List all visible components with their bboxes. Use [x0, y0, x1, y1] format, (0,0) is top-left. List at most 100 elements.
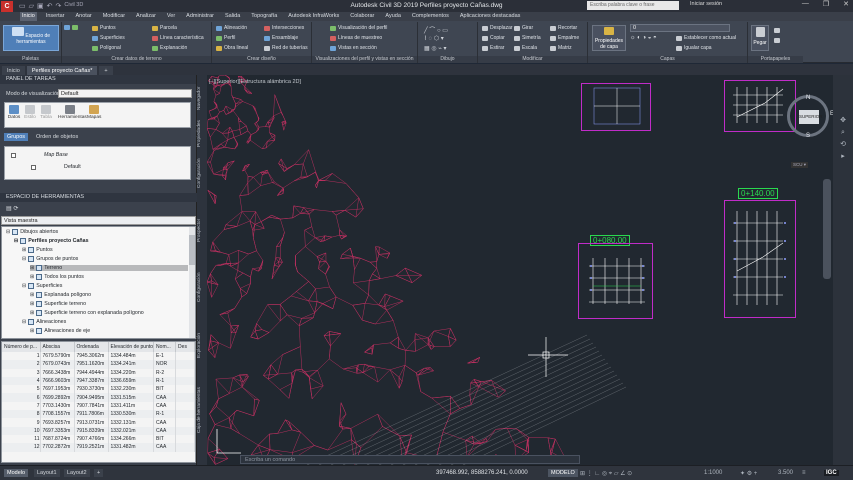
tab-aplicaciones[interactable]: Aplicaciones destacadas	[458, 12, 523, 21]
sample-lines-button[interactable]: Líneas de muestreo	[330, 35, 382, 41]
copy-button[interactable]: Copiar	[482, 35, 505, 41]
tab-topografia[interactable]: Topografía	[249, 12, 279, 21]
tree-item-selected[interactable]: ⊞ Terreno	[30, 265, 188, 271]
groups-tab[interactable]: Grupos	[4, 133, 29, 141]
grading-button[interactable]: Explanación	[152, 45, 187, 51]
table-row[interactable]: 12 7702.2872m 7919.2521m 1331.482m CAA	[2, 443, 195, 452]
profile-view-button[interactable]: Visualización del perfil	[330, 25, 387, 31]
paste-button[interactable]: Pegar	[751, 25, 769, 51]
add-layout-button[interactable]: +	[94, 469, 104, 477]
search-input[interactable]: Escriba palabra clave o frase	[587, 1, 679, 10]
parcel-button[interactable]: Parcela	[152, 25, 177, 31]
rotate-button[interactable]: Girar	[514, 25, 533, 31]
side-tab[interactable]: Propiedades	[197, 119, 207, 149]
intersections-button[interactable]: Intersecciones	[264, 25, 304, 31]
new-file-icon[interactable]: ▭	[19, 2, 26, 10]
section-views-button[interactable]: Vistas en sección	[330, 45, 377, 51]
tree-scrollbar[interactable]	[189, 227, 195, 338]
column-header[interactable]: Des	[175, 342, 195, 352]
table-tool[interactable]: Tabla	[39, 105, 53, 120]
traverse-button[interactable]: Polígonal	[92, 45, 121, 51]
move-button[interactable]: Desplazar	[482, 25, 513, 31]
tab-insertar[interactable]: Insertar	[44, 12, 67, 21]
side-tab[interactable]: Caja de herramientas	[197, 375, 207, 445]
column-header[interactable]: Abscisa	[40, 342, 75, 352]
tree-item[interactable]: ⊞ Superficie terreno	[30, 301, 86, 307]
table-row[interactable]: 10 7697.3353m 7915.8339m 1332.021m CAA	[2, 426, 195, 435]
layer-properties-button[interactable]: Propiedades de capa	[592, 25, 626, 51]
polyline-tool-icon[interactable]: ⌇ ◌ ⬡ ▾	[424, 35, 444, 42]
close-button[interactable]: ✕	[843, 0, 849, 8]
side-tab[interactable]: Exploración	[197, 325, 207, 365]
display-mode-select[interactable]: Default	[58, 89, 192, 98]
fillet-button[interactable]: Empalme	[550, 35, 579, 41]
assembly-button[interactable]: Ensamblaje	[264, 35, 298, 41]
tab-colaborar[interactable]: Colaborar	[348, 12, 376, 21]
pan-icon[interactable]: ✥	[837, 115, 849, 127]
table-row[interactable]: 5 7697.1953m 7930.3730m 1332.230m BIT	[2, 385, 195, 394]
drafting-toggles-icon[interactable]: ⊞ ⋮ ∟ ◎ ⌖ ▱ ∠ ⊙	[580, 470, 632, 478]
line-tool-icon[interactable]: ╱ ⌒ ○ ▭	[424, 25, 448, 34]
tab-ayuda[interactable]: Ayuda	[383, 12, 403, 21]
save-icon[interactable]: ▣	[37, 2, 44, 10]
wcs-menu[interactable]: SCU ▾	[791, 162, 809, 168]
table-row[interactable]: 8 7708.1557m 7911.7806m 1330.530m R-1	[2, 410, 195, 419]
default-node[interactable]: Default	[31, 164, 81, 170]
data-tool[interactable]: Datos	[7, 105, 21, 120]
draw-order-tab[interactable]: Orden de objetos	[36, 134, 78, 140]
new-tab-button[interactable]: +	[99, 66, 113, 75]
cross-section-view[interactable]	[724, 80, 796, 132]
tree-item[interactable]: ⊞ Superficie terreno con explanada polígo…	[30, 310, 144, 316]
surfaces-button[interactable]: Superficies	[92, 35, 125, 41]
match-layer-button[interactable]: Igualar capa	[676, 45, 712, 51]
tab-layout1[interactable]: Layout1	[34, 469, 60, 477]
set-current-button[interactable]: Establecer como actual	[676, 35, 736, 41]
viewcube-top-face[interactable]: SUPERIOR	[799, 110, 823, 124]
table-row[interactable]: 7 7703.1430m 7907.7841m 1331.411m CAA	[2, 401, 195, 411]
tree-item[interactable]: ⊞ Puntos	[22, 247, 53, 253]
side-tab[interactable]: Navegador	[197, 83, 207, 113]
maps-tool[interactable]: Mapas	[87, 105, 101, 120]
minimize-button[interactable]: —	[802, 0, 809, 8]
sign-in-link[interactable]: Iniciar sesión	[690, 1, 722, 7]
alignment-button[interactable]: Alineación	[216, 25, 247, 31]
table-row[interactable]: 9 7693.8257m 7913.0731m 1332.131m CAA	[2, 418, 195, 427]
showmotion-icon[interactable]: ▸	[837, 151, 849, 163]
orbit-icon[interactable]: ⟲	[837, 139, 849, 151]
tree-item[interactable]: ⊟ Superficies	[22, 283, 62, 289]
tree-item[interactable]: ⊞ Alineaciones de eje	[30, 328, 90, 334]
tools-tool[interactable]: Herramientas	[58, 105, 87, 120]
table-row[interactable]: 2 7679.0743m 7951.1620m 1334.241m NOR	[2, 360, 195, 369]
checkbox-icon[interactable]	[31, 164, 36, 170]
cross-section-view[interactable]	[578, 243, 653, 319]
scale-button[interactable]: Escala	[514, 45, 537, 51]
model-space-toggle[interactable]: MODELO	[548, 469, 578, 477]
tree-item[interactable]: ⊟ Dibujos abiertos	[6, 229, 58, 235]
points-button[interactable]: Puntos	[92, 25, 116, 31]
view-select[interactable]: Vista maestra	[1, 216, 196, 225]
stretch-button[interactable]: Estirar	[482, 45, 504, 51]
trim-button[interactable]: Recortar	[550, 25, 577, 31]
cross-section-view[interactable]	[724, 200, 796, 318]
tab-ver[interactable]: Ver	[165, 12, 177, 21]
tab-modificar[interactable]: Modificar	[101, 12, 127, 21]
layer-dropdown[interactable]: 0	[630, 24, 730, 32]
drawing-canvas[interactable]: [–][Superior][Estructura alámbrica 2D] 0…	[207, 75, 833, 465]
table-row[interactable]: 3 7666.3438m 7944.4944m 1334.220m R-2	[2, 368, 195, 377]
tab-salida[interactable]: Salida	[223, 12, 242, 21]
style-tool[interactable]: Estilo	[23, 105, 37, 120]
redo-icon[interactable]: ↷	[56, 2, 62, 10]
copy-clip-icon[interactable]	[774, 38, 780, 43]
viewport-controls[interactable]: [–][Superior][Estructura alámbrica 2D]	[209, 79, 301, 85]
tab-infraworks[interactable]: Autodesk InfraWorks	[286, 12, 341, 21]
pipe-network-button[interactable]: Red de tuberías	[264, 45, 308, 51]
tree-item[interactable]: ⊟ Perfiles proyecto Cañas	[14, 238, 89, 244]
mirror-button[interactable]: Simetría	[514, 35, 541, 41]
tree-item[interactable]: ⊟ Alineaciones	[22, 319, 66, 325]
maximize-button[interactable]: ❐	[823, 0, 829, 8]
column-header[interactable]: Ordenada	[74, 342, 109, 352]
table-row[interactable]: 4 7666.9603m 7947.3387m 1336.659m R-1	[2, 376, 195, 386]
cross-section-view[interactable]	[581, 83, 651, 131]
tab-anotar[interactable]: Anotar	[74, 12, 94, 21]
side-tab[interactable]: Configuración	[197, 155, 207, 191]
